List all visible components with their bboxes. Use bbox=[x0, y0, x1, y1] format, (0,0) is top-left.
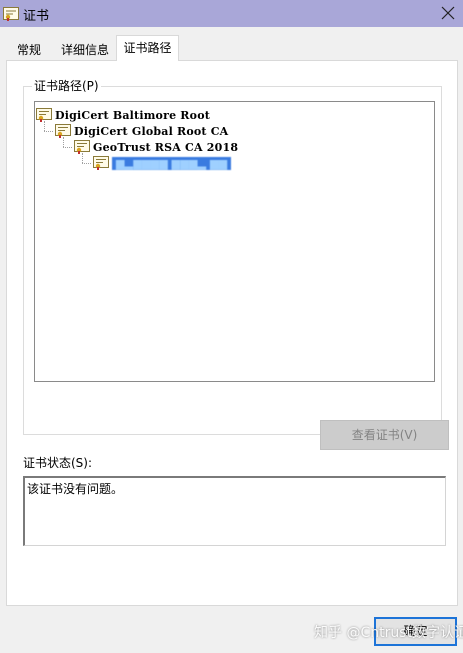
tab-details[interactable]: 详细信息 bbox=[56, 39, 114, 62]
tree-item-label: DigiCert Baltimore Root bbox=[55, 108, 211, 122]
title-bar: 证书 bbox=[0, 0, 463, 27]
group-label: 证书路径(P) bbox=[32, 78, 101, 94]
certificate-icon bbox=[55, 124, 71, 138]
tree-item[interactable]: GeoTrust RSA CA 2018 bbox=[74, 139, 238, 155]
tree-item[interactable]: DigiCert Global Root CA bbox=[55, 123, 228, 139]
close-icon bbox=[441, 6, 455, 20]
tab-general[interactable]: 常规 bbox=[9, 39, 49, 62]
tree-item-selected[interactable]: ▆▂▆▆▆▆ ▆▆▆▂ ▆▆ bbox=[93, 155, 232, 171]
redacted-certificate-name: ▆▂▆▆▆▆ ▆▆▆▂ ▆▆ bbox=[112, 156, 232, 170]
tree-item-label: DigiCert Global Root CA bbox=[74, 124, 229, 138]
tree-connector bbox=[44, 131, 53, 132]
certificate-icon bbox=[74, 140, 90, 154]
view-certificate-button[interactable]: 查看证书(V) bbox=[320, 420, 449, 450]
tree-item[interactable]: DigiCert Baltimore Root bbox=[36, 107, 210, 123]
tab-panel: 证书路径(P) DigiCert Baltimore Root DigiCert… bbox=[6, 60, 458, 606]
status-text: 该证书没有问题。 bbox=[27, 482, 124, 496]
tree-connector bbox=[82, 163, 91, 164]
tree-connector bbox=[63, 147, 72, 148]
certificate-icon bbox=[93, 156, 109, 170]
tree-item-label: GeoTrust RSA CA 2018 bbox=[93, 140, 239, 154]
close-button[interactable] bbox=[437, 2, 459, 24]
certificate-icon bbox=[36, 108, 52, 122]
ok-button[interactable]: 确定 bbox=[374, 617, 457, 646]
status-label: 证书状态(S): bbox=[23, 456, 93, 470]
certificate-icon bbox=[3, 7, 19, 21]
status-textbox[interactable]: 该证书没有问题。 bbox=[23, 476, 446, 546]
tab-certification-path[interactable]: 证书路径 bbox=[116, 35, 179, 61]
window-title: 证书 bbox=[23, 9, 50, 24]
certification-path-group: 证书路径(P) DigiCert Baltimore Root DigiCert… bbox=[23, 78, 449, 450]
certificate-tree[interactable]: DigiCert Baltimore Root DigiCert Global … bbox=[34, 101, 435, 382]
